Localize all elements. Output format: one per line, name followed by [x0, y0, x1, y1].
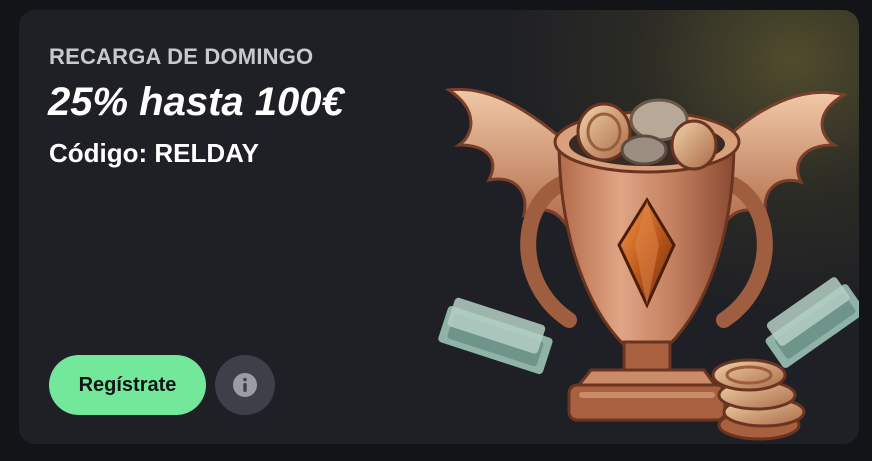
trophy-icon — [438, 87, 859, 441]
banknote-left — [438, 297, 553, 375]
coin-stack — [711, 358, 806, 441]
promo-headline: 25% hasta 100€ — [48, 80, 344, 124]
banknote-right — [765, 277, 859, 368]
cup-coins — [576, 98, 718, 171]
promo-eyebrow: RECARGA DE DOMINGO — [49, 44, 314, 69]
info-button[interactable] — [215, 355, 275, 415]
promo-code: Código: RELDAY — [49, 138, 259, 168]
register-button[interactable]: Regístrate — [49, 355, 206, 415]
promo-card: RECARGA DE DOMINGO 25% hasta 100€ Código… — [19, 10, 859, 444]
info-icon — [233, 373, 257, 397]
